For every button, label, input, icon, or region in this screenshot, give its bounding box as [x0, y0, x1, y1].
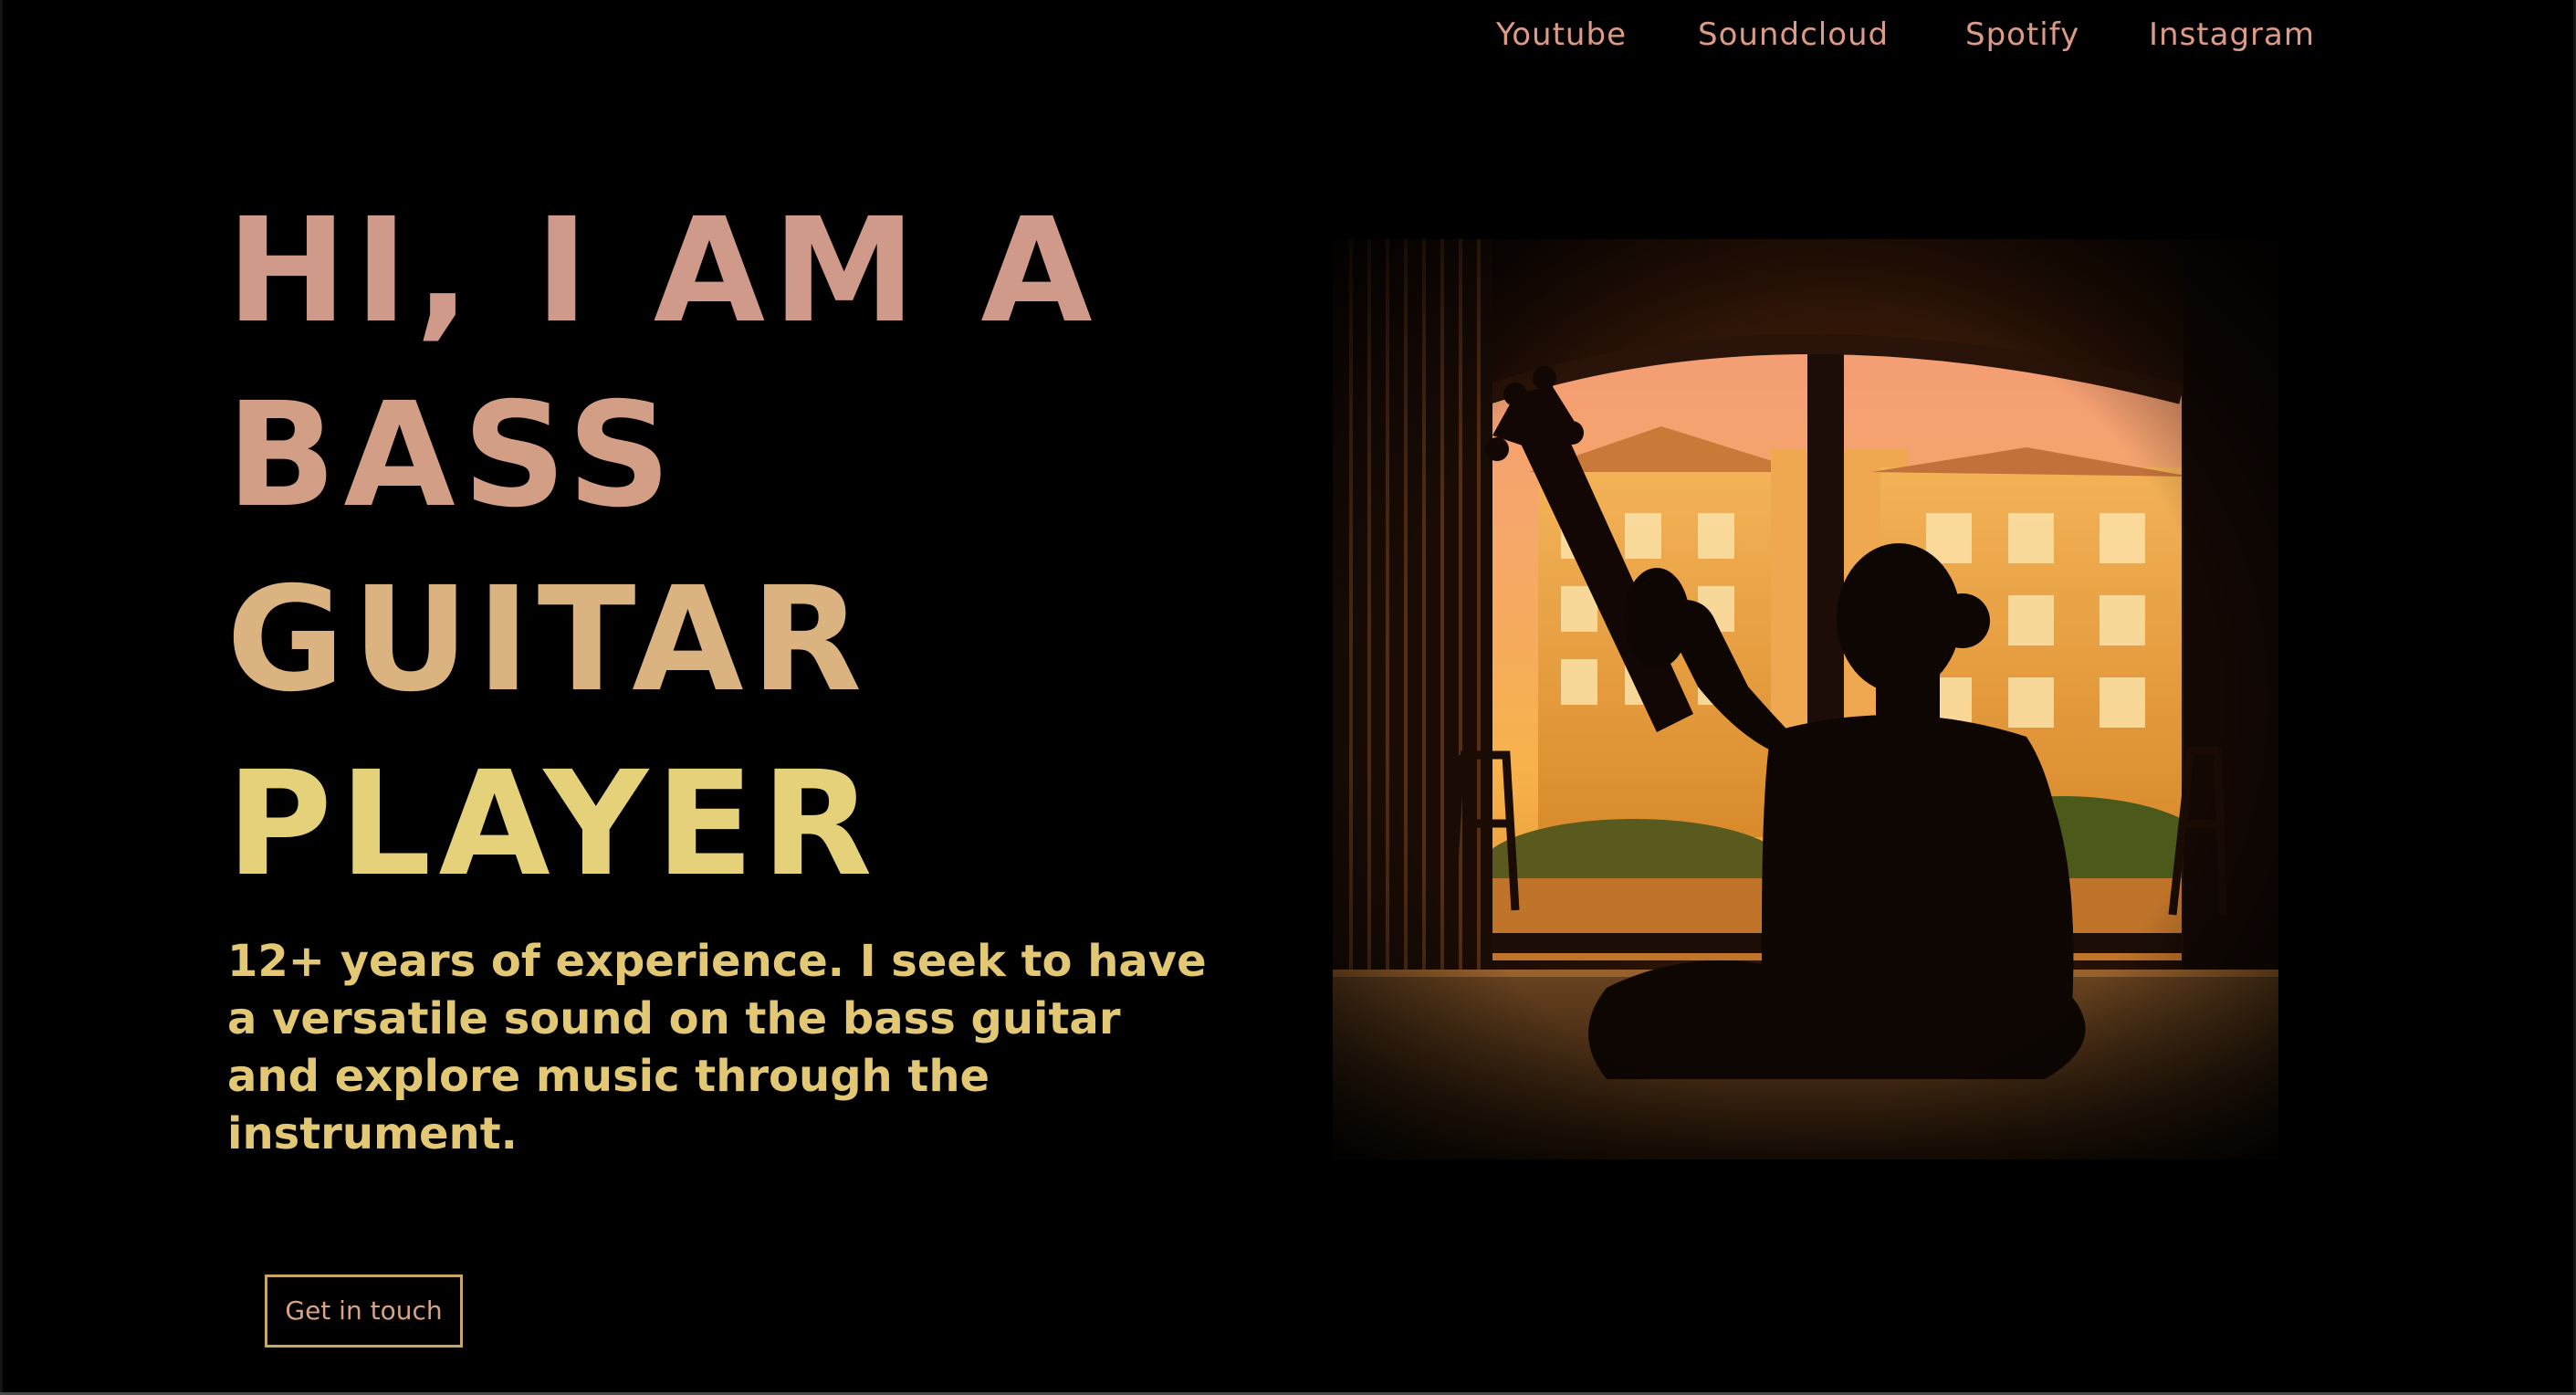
- nav-link-youtube[interactable]: Youtube: [1496, 13, 1627, 57]
- headline-line: HI, I AM A: [226, 187, 1100, 355]
- nav-link-soundcloud[interactable]: Soundcloud: [1698, 13, 1889, 57]
- headline-line: GUITAR: [226, 556, 870, 724]
- nav-link-spotify[interactable]: Spotify: [1965, 13, 2079, 57]
- headline-line: BASS: [226, 372, 679, 540]
- get-in-touch-button[interactable]: Get in touch: [265, 1274, 463, 1348]
- nav-link-instagram[interactable]: Instagram: [2149, 13, 2315, 57]
- hero-description: 12+ years of experience. I seek to have …: [227, 936, 1207, 1159]
- top-nav: Youtube Soundcloud Spotify Instagram: [1479, 13, 2328, 58]
- bass-player-silhouette-photo: [1333, 239, 2278, 1159]
- headline-line: PLAYER: [226, 740, 880, 908]
- hero-headline: HI, I AM A BASS GUITAR PLAYER: [226, 179, 1100, 917]
